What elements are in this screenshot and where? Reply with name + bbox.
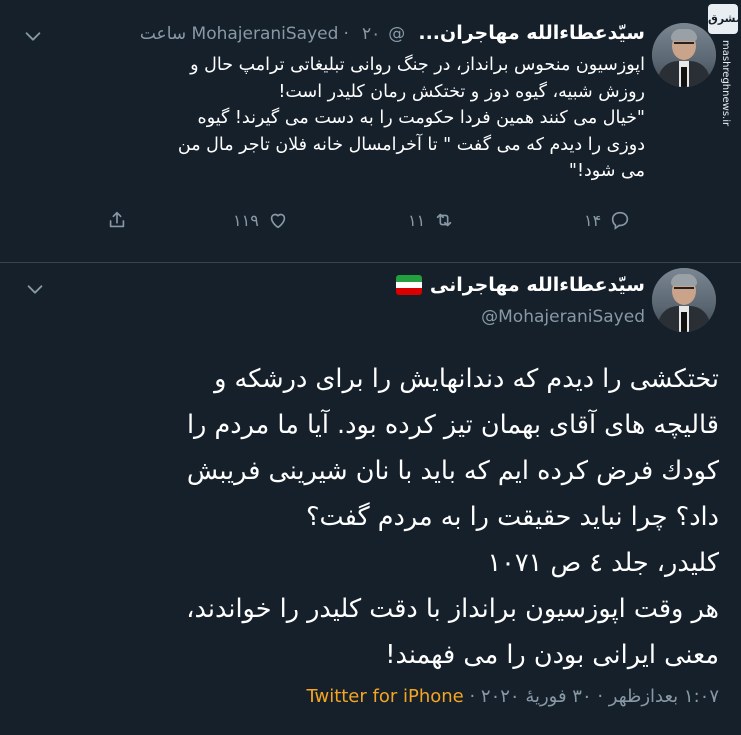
like-icon [270, 213, 286, 229]
tweet-parent[interactable]: مشرق mashreghnews.ir سیّدعطاءالله مهاجرا… [0, 0, 741, 263]
reply-button[interactable]: ۱۴ [576, 205, 631, 235]
separator: · [343, 24, 349, 44]
chevron-down-icon[interactable] [22, 25, 44, 47]
reply-count: ۱۴ [584, 210, 602, 230]
avatar[interactable] [652, 268, 716, 332]
tweet-footer: ۱:۰۷ بعدازظهر · ۳۰ فوریهٔ ۲۰۲۰ · Twitter… [306, 686, 719, 707]
author-name[interactable]: سیّدعطاءالله مهاجران... [418, 22, 645, 44]
chevron-down-icon[interactable] [24, 278, 46, 300]
like-button[interactable]: ۱۱۹ [225, 205, 289, 235]
retweet-icon [436, 213, 452, 227]
tweet-timestamp[interactable]: ۱:۰۷ بعدازظهر · ۳۰ فوریهٔ ۲۰۲۰ · [469, 686, 719, 707]
author-row: سیّدعطاءالله مهاجرانی [395, 274, 645, 296]
tweet-header: سیّدعطاءالله مهاجران... @MohajeraniSayed… [140, 22, 645, 44]
tweet-actions: ۱۴ ۱۱ ۱۱۹ [0, 205, 741, 235]
author-name[interactable]: سیّدعطاءالله مهاجرانی [430, 274, 645, 296]
retweet-button[interactable]: ۱۱ [400, 205, 455, 235]
share-button[interactable] [106, 205, 128, 235]
source-app-link[interactable]: Twitter for iPhone [306, 686, 463, 707]
reply-icon [612, 211, 629, 230]
tweet-text: تختکشی را دیدم که دندانهایش را برای درشک… [186, 364, 719, 670]
tweet-text: اپوزسیون منحوس برانداز، در جنگ روانی تبل… [177, 55, 645, 181]
author-handle[interactable]: @MohajeraniSayed [481, 307, 645, 327]
retweet-count: ۱۱ [408, 210, 426, 230]
iran-flag-icon [395, 275, 422, 295]
watermark-url: mashreghnews.ir [720, 40, 731, 127]
share-icon [109, 211, 125, 228]
watermark: مشرق mashreghnews.ir [706, 2, 741, 128]
watermark-logo: مشرق [708, 4, 741, 34]
like-count: ۱۱۹ [233, 210, 259, 230]
